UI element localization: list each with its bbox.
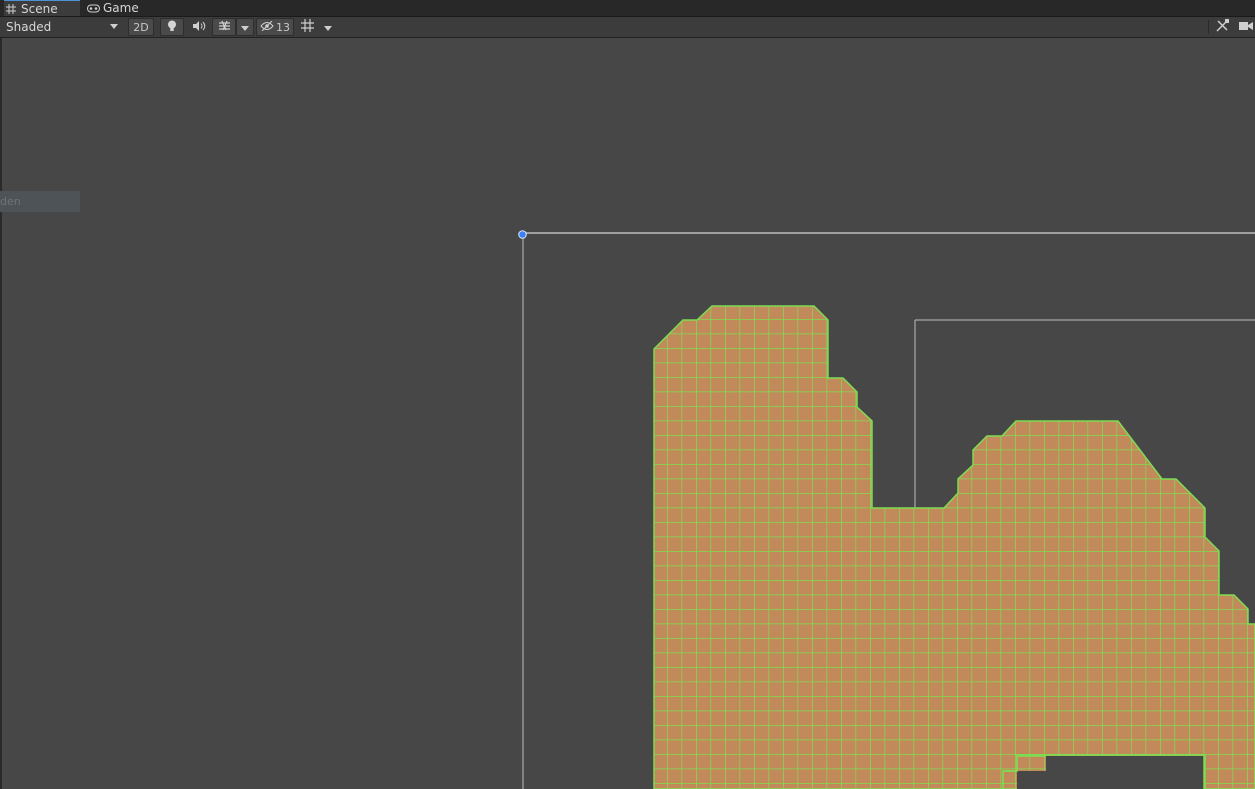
lightbulb-icon — [167, 20, 177, 35]
scene-visibility-toggle[interactable]: 13 — [256, 18, 294, 36]
chevron-down-icon — [324, 21, 332, 34]
lighting-toggle[interactable] — [160, 18, 184, 36]
effects-icon — [218, 20, 231, 34]
editor-tab-bar: Scene Game — [0, 0, 1255, 17]
toggle-2d-button[interactable]: 2D — [128, 18, 154, 36]
tools-icon — [1215, 19, 1229, 35]
hidden-count: 13 — [276, 20, 290, 34]
tab-scene[interactable]: Scene — [4, 0, 80, 16]
effects-toggle[interactable] — [212, 18, 236, 36]
audio-toggle[interactable] — [188, 18, 210, 36]
toggle-2d-label: 2D — [133, 20, 149, 34]
shading-mode-label: Shaded — [6, 20, 52, 34]
chevron-down-icon — [110, 24, 118, 29]
tab-scene-label: Scene — [21, 1, 58, 16]
scene-viewport[interactable] — [0, 38, 1255, 789]
hidden-eye-icon — [260, 20, 274, 34]
camera-icon — [1238, 20, 1253, 34]
hierarchy-overlay-label: den — [0, 191, 80, 212]
gamepad-icon — [86, 4, 100, 13]
speaker-icon — [192, 20, 206, 34]
tab-game[interactable]: Game — [86, 0, 146, 16]
grid-icon — [300, 19, 314, 35]
hierarchy-overlay-text: den — [0, 195, 21, 208]
chevron-down-icon — [241, 21, 249, 34]
toolbar-separator — [1208, 20, 1209, 34]
grid-toggle[interactable] — [296, 18, 318, 36]
tools-toggle[interactable] — [1211, 18, 1233, 36]
scene-grid-icon — [4, 3, 18, 14]
camera-settings-toggle[interactable] — [1236, 18, 1255, 36]
tab-game-label: Game — [103, 1, 139, 15]
grid-dropdown[interactable] — [320, 18, 336, 36]
effects-dropdown[interactable] — [236, 18, 254, 36]
shading-mode-dropdown[interactable]: Shaded — [0, 17, 122, 37]
